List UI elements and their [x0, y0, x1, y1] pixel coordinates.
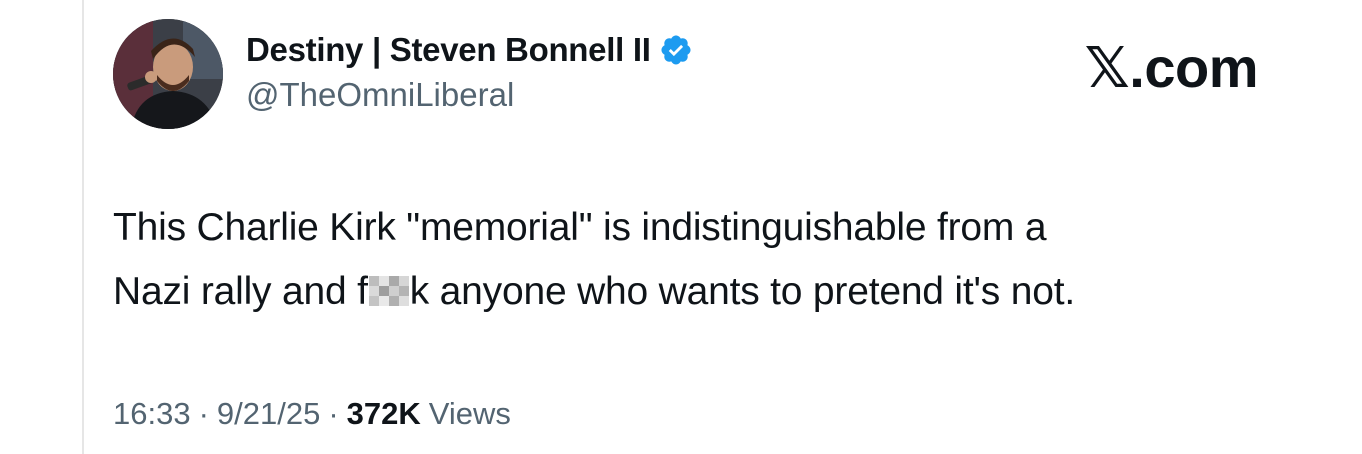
tweet-text: This Charlie Kirk "memorial" is indistin…: [113, 196, 1273, 324]
tweet-meta: 16:33 · 9/21/25 · 372K Views: [113, 396, 511, 432]
tweet-line-2-start: Nazi rally and f: [113, 270, 368, 313]
author-name-row[interactable]: Destiny | Steven Bonnell II: [246, 28, 693, 72]
tweet-line-1: This Charlie Kirk "memorial" is indistin…: [113, 206, 1047, 249]
x-logo: 𝕏.com: [1084, 36, 1259, 99]
meta-separator: ·: [198, 396, 209, 431]
tweet-line-2: Nazi rally and f k anyone who wants to pr…: [113, 260, 1273, 324]
tweet-line-2-end: k anyone who wants to pretend it's not.: [409, 270, 1075, 313]
author-display-name[interactable]: Destiny | Steven Bonnell II: [246, 31, 651, 69]
left-divider: [82, 0, 84, 454]
author-handle[interactable]: @TheOmniLiberal: [246, 76, 514, 114]
tweet-date[interactable]: 9/21/25: [217, 396, 320, 432]
censor-blur: [368, 276, 409, 306]
avatar[interactable]: [113, 19, 223, 129]
tweet-time[interactable]: 16:33: [113, 396, 191, 432]
verified-badge-icon: [659, 33, 693, 67]
views-count[interactable]: 372K: [347, 396, 421, 432]
meta-separator: ·: [328, 396, 339, 431]
views-label[interactable]: Views: [429, 396, 511, 432]
avatar-photo: [113, 19, 223, 129]
